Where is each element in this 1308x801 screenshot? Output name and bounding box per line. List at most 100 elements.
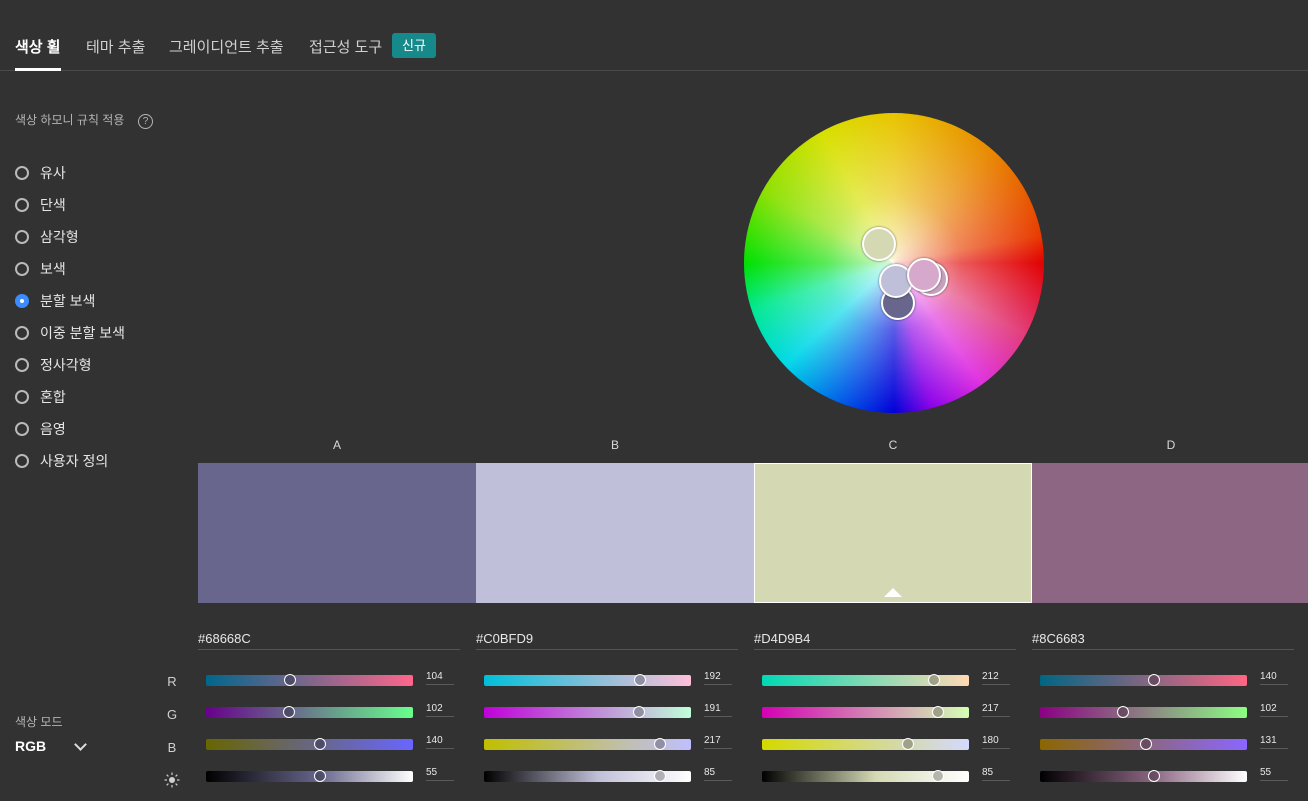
harmony-rule-option[interactable]: 음영	[15, 419, 66, 439]
blue-value[interactable]: 180	[982, 735, 1010, 749]
red-value[interactable]: 140	[1260, 671, 1288, 685]
swatch-letter: D	[1166, 438, 1176, 452]
red-channel-label: R	[167, 674, 177, 689]
brightness-value[interactable]: 85	[704, 767, 732, 781]
brightness-slider-thumb[interactable]	[1147, 770, 1160, 782]
color-swatch[interactable]	[476, 463, 754, 603]
hex-underline	[754, 649, 1016, 650]
help-icon[interactable]: ?	[138, 114, 153, 129]
green-value[interactable]: 217	[982, 703, 1010, 717]
harmony-rule-option[interactable]: 유사	[15, 163, 66, 183]
brightness-slider-thumb[interactable]	[653, 770, 666, 782]
tab-bar: 색상 휠 테마 추출 그레이디언트 추출 접근성 도구 신규	[0, 0, 1308, 71]
tab-extract-theme[interactable]: 테마 추출	[86, 36, 145, 57]
harmony-rule-option[interactable]: 사용자 정의	[15, 451, 108, 471]
green-slider-thumb[interactable]	[282, 706, 295, 718]
green-slider[interactable]	[484, 707, 691, 718]
hex-value[interactable]: #C0BFD9	[476, 631, 533, 646]
radio-button[interactable]	[15, 390, 29, 404]
harmony-rule-option[interactable]: 삼각형	[15, 227, 79, 247]
green-slider-thumb[interactable]	[633, 706, 646, 718]
harmony-rule-label: 음영	[40, 421, 66, 437]
radio-button[interactable]	[15, 326, 29, 340]
tab-accessibility-tools[interactable]: 접근성 도구	[309, 36, 382, 57]
green-value[interactable]: 102	[426, 703, 454, 717]
radio-button[interactable]	[15, 422, 29, 436]
brightness-slider[interactable]	[1040, 771, 1247, 782]
harmony-rule-label: 혼합	[40, 389, 66, 405]
hex-value[interactable]: #D4D9B4	[754, 631, 810, 646]
hex-value[interactable]: #68668C	[198, 631, 251, 646]
harmony-rule-option[interactable]: 정사각형	[15, 355, 92, 375]
harmony-rule-label: 보색	[40, 261, 66, 277]
color-mode-label: 색상 모드	[15, 715, 63, 729]
chevron-down-icon	[74, 737, 87, 751]
harmony-rule-option[interactable]: 보색	[15, 259, 66, 279]
blue-value[interactable]: 140	[426, 735, 454, 749]
red-slider[interactable]	[484, 675, 691, 686]
red-slider[interactable]	[1040, 675, 1247, 686]
red-slider[interactable]	[206, 675, 413, 686]
harmony-rule-label: 삼각형	[40, 229, 79, 245]
red-value[interactable]: 104	[426, 671, 454, 685]
harmony-rule-label: 분할 보색	[40, 293, 96, 309]
green-slider[interactable]	[1040, 707, 1247, 718]
active-tab-indicator	[15, 68, 61, 71]
harmony-rule-label: 이중 분할 보색	[40, 325, 126, 341]
color-mode-dropdown[interactable]: RGB	[15, 736, 90, 756]
tab-extract-gradient[interactable]: 그레이디언트 추출	[169, 36, 284, 57]
blue-slider[interactable]	[762, 739, 969, 750]
brightness-slider[interactable]	[206, 771, 413, 782]
red-value[interactable]: 212	[982, 671, 1010, 685]
radio-button[interactable]	[15, 166, 29, 180]
red-slider-thumb[interactable]	[928, 674, 941, 686]
swatch-letter: A	[332, 438, 341, 452]
radio-button[interactable]	[15, 198, 29, 212]
radio-button[interactable]	[15, 294, 29, 308]
hex-value[interactable]: #8C6683	[1032, 631, 1085, 646]
green-slider[interactable]	[206, 707, 413, 718]
red-value[interactable]: 192	[704, 671, 732, 685]
brightness-icon	[164, 772, 180, 788]
blue-value[interactable]: 131	[1260, 735, 1288, 749]
harmony-rule-option[interactable]: 분할 보색	[15, 291, 95, 311]
brightness-slider-thumb[interactable]	[931, 770, 944, 782]
harmony-rule-label: 사용자 정의	[40, 453, 109, 469]
selected-swatch-caret	[884, 588, 902, 597]
harmony-rule-option[interactable]: 단색	[15, 195, 66, 215]
blue-value[interactable]: 217	[704, 735, 732, 749]
harmony-rule-option[interactable]: 혼합	[15, 387, 66, 407]
brightness-value[interactable]: 55	[1260, 767, 1288, 781]
brightness-value[interactable]: 85	[982, 767, 1010, 781]
brightness-slider-thumb[interactable]	[313, 770, 326, 782]
blue-slider-thumb[interactable]	[902, 738, 915, 750]
blue-slider-thumb[interactable]	[313, 738, 326, 750]
red-slider-thumb[interactable]	[633, 674, 646, 686]
swatch-letter: B	[610, 438, 619, 452]
color-swatch[interactable]	[754, 463, 1032, 603]
radio-button[interactable]	[15, 262, 29, 276]
harmony-rule-option[interactable]: 이중 분할 보색	[15, 323, 125, 343]
hex-underline	[198, 649, 460, 650]
color-mode-value: RGB	[15, 738, 47, 754]
color-swatch[interactable]	[198, 463, 476, 603]
wheel-handle-c[interactable]	[862, 227, 896, 261]
hex-underline	[476, 649, 738, 650]
new-badge: 신규	[392, 33, 436, 58]
tab-color-wheel[interactable]: 색상 휠	[15, 36, 61, 57]
harmony-rule-label: 단색	[40, 197, 66, 213]
green-value[interactable]: 102	[1260, 703, 1288, 717]
color-swatch[interactable]	[1032, 463, 1308, 603]
blue-channel-label: B	[167, 740, 177, 755]
hex-underline	[1032, 649, 1294, 650]
radio-button[interactable]	[15, 454, 29, 468]
blue-slider[interactable]	[206, 739, 413, 750]
green-slider-thumb[interactable]	[1116, 706, 1129, 718]
red-slider-thumb[interactable]	[1147, 674, 1160, 686]
radio-button[interactable]	[15, 230, 29, 244]
brightness-value[interactable]: 55	[426, 767, 454, 781]
green-value[interactable]: 191	[704, 703, 732, 717]
wheel-handle-d[interactable]	[907, 258, 941, 292]
swatch-letter: C	[888, 438, 898, 452]
radio-button[interactable]	[15, 358, 29, 372]
